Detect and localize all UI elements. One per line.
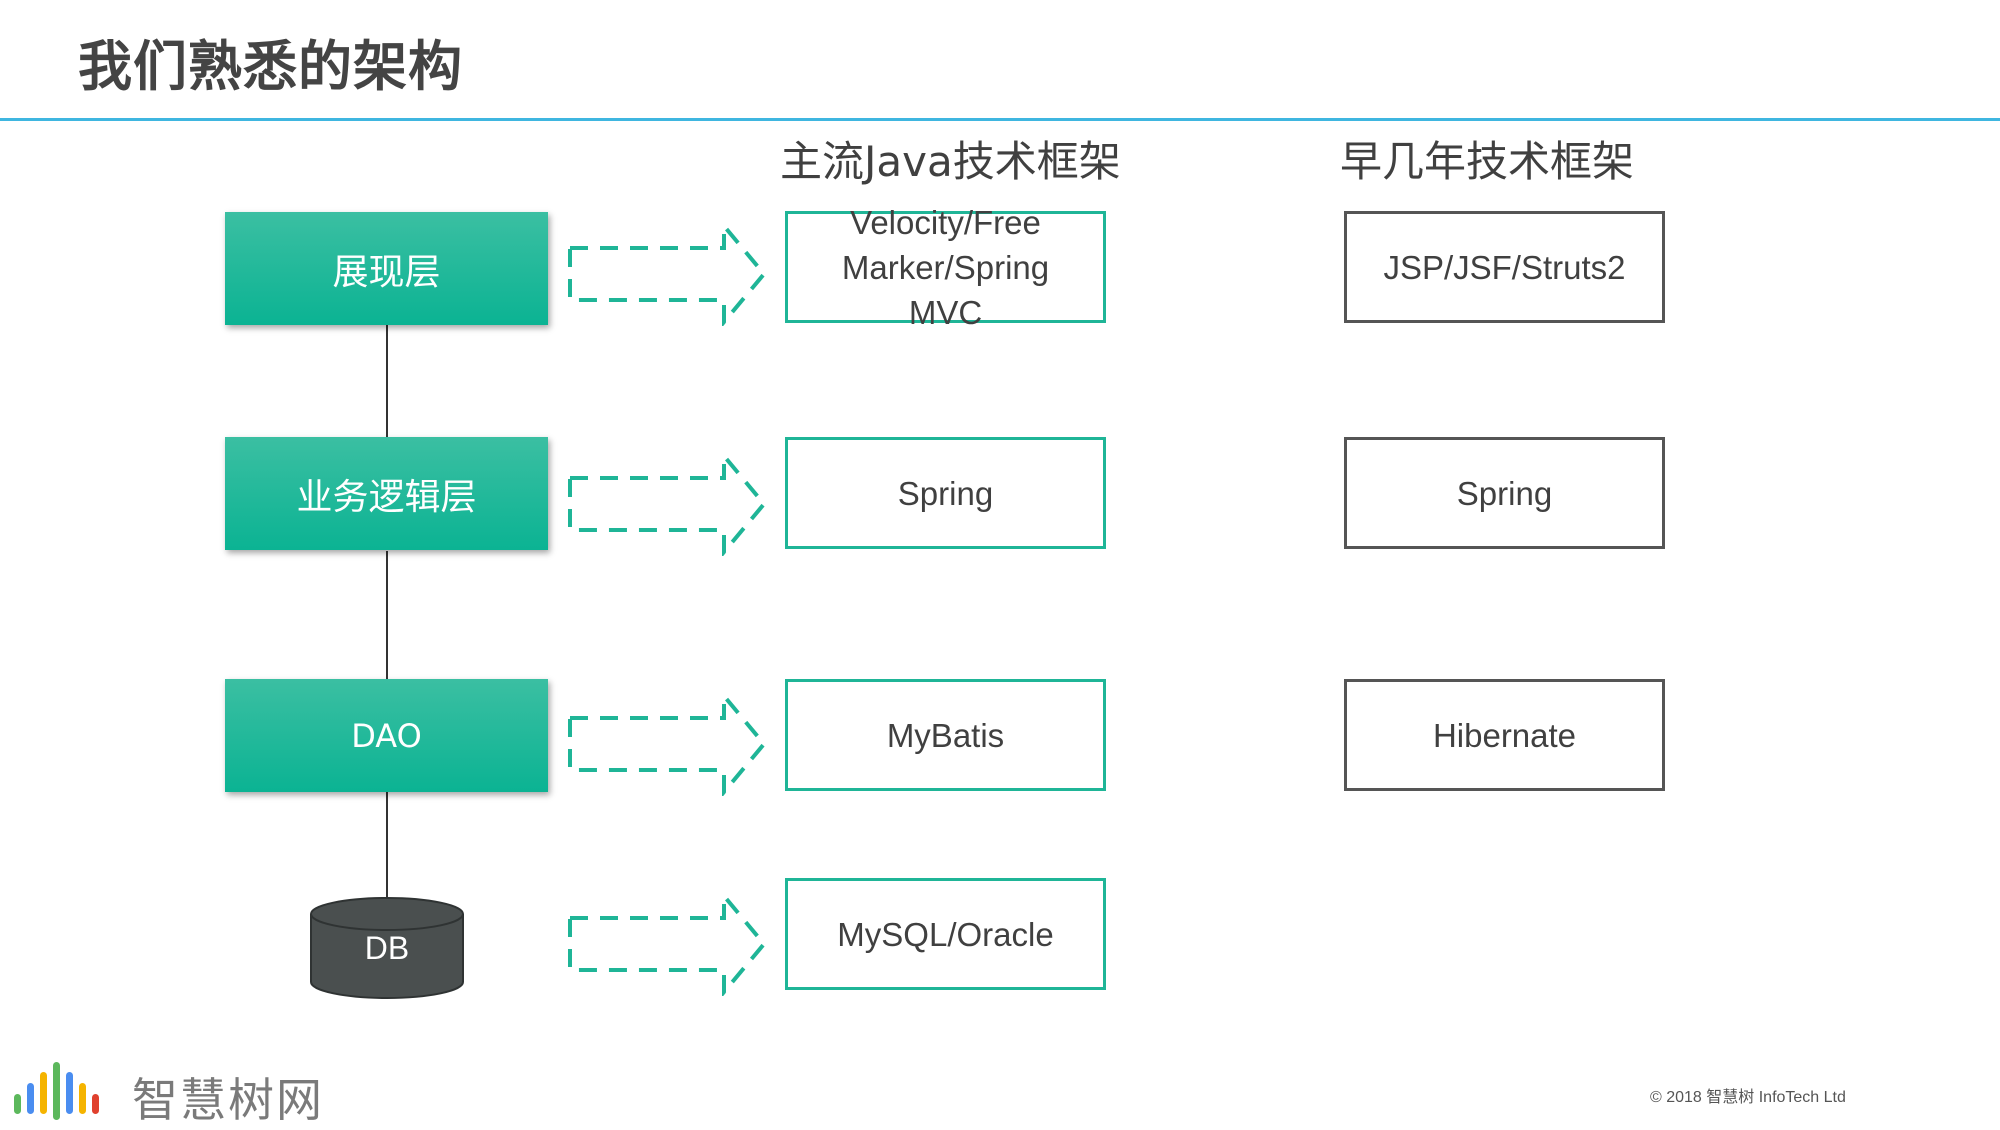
framework-label: Marker/Spring [841,248,1050,286]
framework-label: MVC [908,293,983,331]
layer-label: DAO [351,716,422,755]
column-heading-earlier: 早几年技术框架 [1340,137,1635,186]
framework-box-dao: MyBatis [785,679,1106,791]
framework-box-presentation: Velocity/Free Marker/Spring MVC [785,204,1106,331]
framework-label: Hibernate [1432,716,1577,754]
layer-label: 展现层 [332,251,441,293]
layer-label: 业务逻辑层 [296,476,477,518]
legacy-box-presentation: JSP/JSF/Struts2 [1344,211,1665,323]
dashed-arrow-icon [568,222,767,326]
column-heading-mainstream: 主流Java技术框架 [780,137,1121,186]
page-title: 我们熟悉的架构 [78,35,463,98]
framework-label: Spring [1456,474,1553,512]
dashed-arrow-icon [568,692,767,796]
framework-label: Velocity/Free [850,203,1041,241]
framework-box-business: Spring [785,437,1106,549]
legacy-box-dao: Hibernate [1344,679,1665,791]
dashed-arrow-icon [568,452,767,556]
framework-label: MySQL/Oracle [837,915,1054,953]
framework-box-db: MySQL/Oracle [785,878,1106,990]
dashed-arrow-icon [568,892,767,996]
header-divider [0,118,2000,121]
connector-line [386,325,388,437]
connector-line [386,792,388,900]
copyright: © 2018 智慧树 InfoTech Ltd [1650,1089,1846,1106]
logo-bars-icon [14,1062,99,1120]
framework-label: Spring [897,474,994,512]
logo-text: 智慧树网 [132,1073,324,1127]
connector-line [386,551,388,679]
layer-business-logic: 业务逻辑层 [225,437,548,550]
layer-db-label: DB [364,930,410,966]
layer-presentation: 展现层 [225,212,548,325]
framework-label: MyBatis [886,716,1005,754]
legacy-box-business: Spring [1344,437,1665,549]
layer-dao: DAO [225,679,548,792]
framework-label: JSP/JSF/Struts2 [1383,248,1626,286]
